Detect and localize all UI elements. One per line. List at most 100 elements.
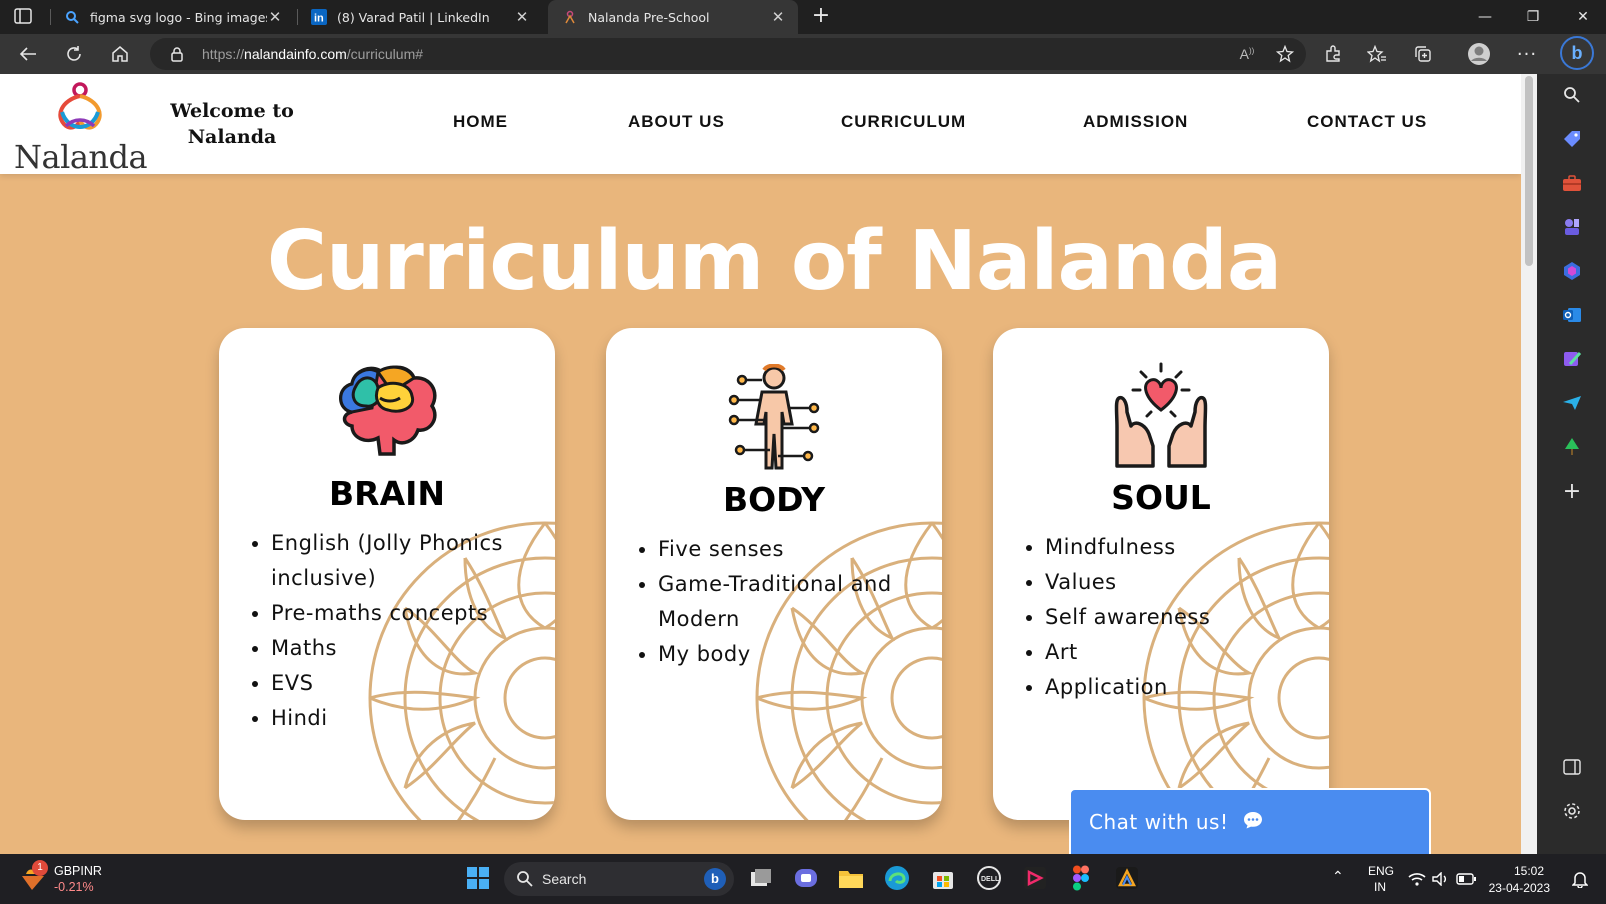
designer-icon[interactable] [1561, 348, 1583, 370]
bing-chat-button[interactable]: b [1560, 36, 1594, 70]
windows-taskbar: 1 GBPINR -0.21% Search b DELL ⌃ ENG IN 1… [0, 854, 1606, 904]
search-icon[interactable] [1561, 84, 1583, 106]
sidebar-panel-icon[interactable] [1561, 756, 1583, 778]
logo-text: Nalanda [14, 138, 148, 176]
close-tab-icon[interactable]: ✕ [514, 8, 530, 26]
tab-actions-icon[interactable] [14, 8, 32, 24]
lock-icon[interactable] [170, 46, 184, 62]
list-item: English (Jolly Phonics inclusive) [271, 526, 541, 596]
card-list: Mindfulness Values Self awareness Art Ap… [1045, 530, 1315, 705]
heart-hands-icon [993, 362, 1329, 470]
close-tab-icon[interactable]: ✕ [267, 8, 283, 26]
task-view-icon[interactable] [746, 863, 776, 893]
chat-with-us-button[interactable]: Chat with us! [1069, 788, 1431, 854]
bing-icon: b [704, 868, 726, 890]
tab-title: (8) Varad Patil | LinkedIn [337, 9, 490, 25]
games-icon[interactable] [1561, 216, 1583, 238]
svg-text:in: in [314, 13, 324, 25]
more-options-icon[interactable]: ··· [1512, 40, 1542, 68]
nav-curriculum[interactable]: CURRICULUM [841, 112, 966, 132]
card-list: Five senses Game-Traditional and Modern … [658, 532, 928, 672]
card-heading: SOUL [1111, 478, 1211, 517]
dell-icon[interactable]: DELL [974, 863, 1004, 893]
chat-label: Chat with us! [1089, 810, 1229, 834]
send-drop-icon[interactable] [1561, 392, 1583, 414]
nav-about-us[interactable]: ABOUT US [628, 112, 725, 132]
list-item: Self awareness [1045, 600, 1315, 635]
tree-icon[interactable] [1561, 436, 1583, 458]
shopping-tag-icon[interactable] [1561, 128, 1583, 150]
brain-icon [219, 362, 555, 456]
close-tab-icon[interactable]: ✕ [770, 8, 786, 26]
file-explorer-icon[interactable] [836, 863, 866, 893]
notification-badge: 1 [32, 860, 48, 876]
home-icon[interactable] [105, 40, 135, 68]
media-app-icon[interactable] [1020, 863, 1050, 893]
notification-bell-icon[interactable] [1568, 854, 1594, 904]
read-aloud-icon[interactable]: A)) [1232, 40, 1262, 68]
tab-title: figma svg logo - Bing images [90, 9, 267, 25]
page-viewport: Nalanda Welcome to Nalanda HOME ABOUT US… [0, 74, 1537, 854]
favorites-icon[interactable] [1362, 40, 1392, 68]
card-heading: BRAIN [329, 474, 445, 513]
settings-gear-icon[interactable] [1561, 800, 1583, 822]
add-favorite-icon[interactable] [1270, 40, 1300, 68]
nalanda-emblem-icon [58, 82, 102, 130]
back-icon[interactable] [13, 40, 43, 68]
outlook-icon[interactable] [1561, 304, 1583, 326]
nalanda-logo[interactable]: Nalanda [14, 82, 148, 176]
arc-app-icon[interactable] [1112, 863, 1142, 893]
windows-start-icon[interactable] [463, 863, 493, 893]
new-tab-button[interactable]: + [808, 4, 834, 30]
list-item: EVS [271, 666, 541, 701]
linkedin-icon: in [311, 9, 327, 25]
card-list: English (Jolly Phonics inclusive) Pre-ma… [271, 526, 541, 736]
list-item: Application [1045, 670, 1315, 705]
minimize-icon[interactable]: — [1462, 0, 1508, 34]
nalanda-favicon [562, 9, 578, 25]
page-title: Curriculum of Nalanda [266, 214, 1282, 309]
bing-search-icon [64, 9, 80, 25]
extensions-icon[interactable] [1318, 40, 1348, 68]
list-item: Mindfulness [1045, 530, 1315, 565]
figma-icon[interactable] [1066, 863, 1096, 893]
list-item: Pre-maths concepts [271, 596, 541, 631]
close-window-icon[interactable]: ✕ [1560, 0, 1606, 34]
show-hidden-icons[interactable]: ⌃ [1324, 854, 1354, 904]
address-bar[interactable]: https://nalandainfo.com/curriculum# A)) [150, 38, 1306, 70]
scrollbar-thumb[interactable] [1525, 76, 1533, 266]
teams-chat-icon[interactable] [791, 863, 821, 893]
nav-home[interactable]: HOME [453, 112, 508, 132]
tools-briefcase-icon[interactable] [1561, 172, 1583, 194]
volume-icon[interactable] [1432, 854, 1452, 904]
microsoft-365-icon[interactable] [1561, 260, 1583, 282]
list-item: Five senses [658, 532, 928, 567]
add-sidebar-app-icon[interactable]: + [1561, 479, 1583, 504]
tab-bing-images[interactable]: figma svg logo - Bing images ✕ [50, 0, 295, 34]
list-item: Hindi [271, 701, 541, 736]
refresh-icon[interactable] [59, 40, 89, 68]
tab-nalanda[interactable]: Nalanda Pre-School ✕ [548, 0, 798, 34]
search-icon [517, 871, 533, 887]
wifi-icon[interactable] [1408, 854, 1428, 904]
card-heading: BODY [722, 480, 826, 519]
tab-title: Nalanda Pre-School [588, 9, 710, 25]
clock[interactable]: 15:02 23-04-2023 [1489, 854, 1550, 904]
collections-icon[interactable] [1408, 40, 1438, 68]
list-item: Art [1045, 635, 1315, 670]
language-indicator[interactable]: ENG IN [1360, 854, 1400, 904]
page-scrollbar[interactable] [1521, 74, 1537, 854]
nav-admission[interactable]: ADMISSION [1083, 112, 1188, 132]
url-text: https://nalandainfo.com/curriculum# [202, 46, 424, 62]
taskbar-search[interactable]: Search b [504, 862, 734, 896]
restore-icon[interactable]: ❐ [1510, 0, 1556, 34]
edge-sidebar: + [1537, 74, 1606, 854]
profile-avatar[interactable] [1464, 40, 1494, 68]
microsoft-store-icon[interactable] [928, 863, 958, 893]
battery-icon[interactable] [1456, 854, 1480, 904]
nav-contact-us[interactable]: CONTACT US [1307, 112, 1427, 132]
curriculum-card-brain: BRAIN English (Jolly Phonics inclusive) … [219, 328, 555, 820]
curriculum-card-body: BODY Five senses Game-Traditional and Mo… [606, 328, 942, 820]
edge-browser-icon[interactable] [882, 863, 912, 893]
tab-linkedin[interactable]: in (8) Varad Patil | LinkedIn ✕ [297, 0, 542, 34]
